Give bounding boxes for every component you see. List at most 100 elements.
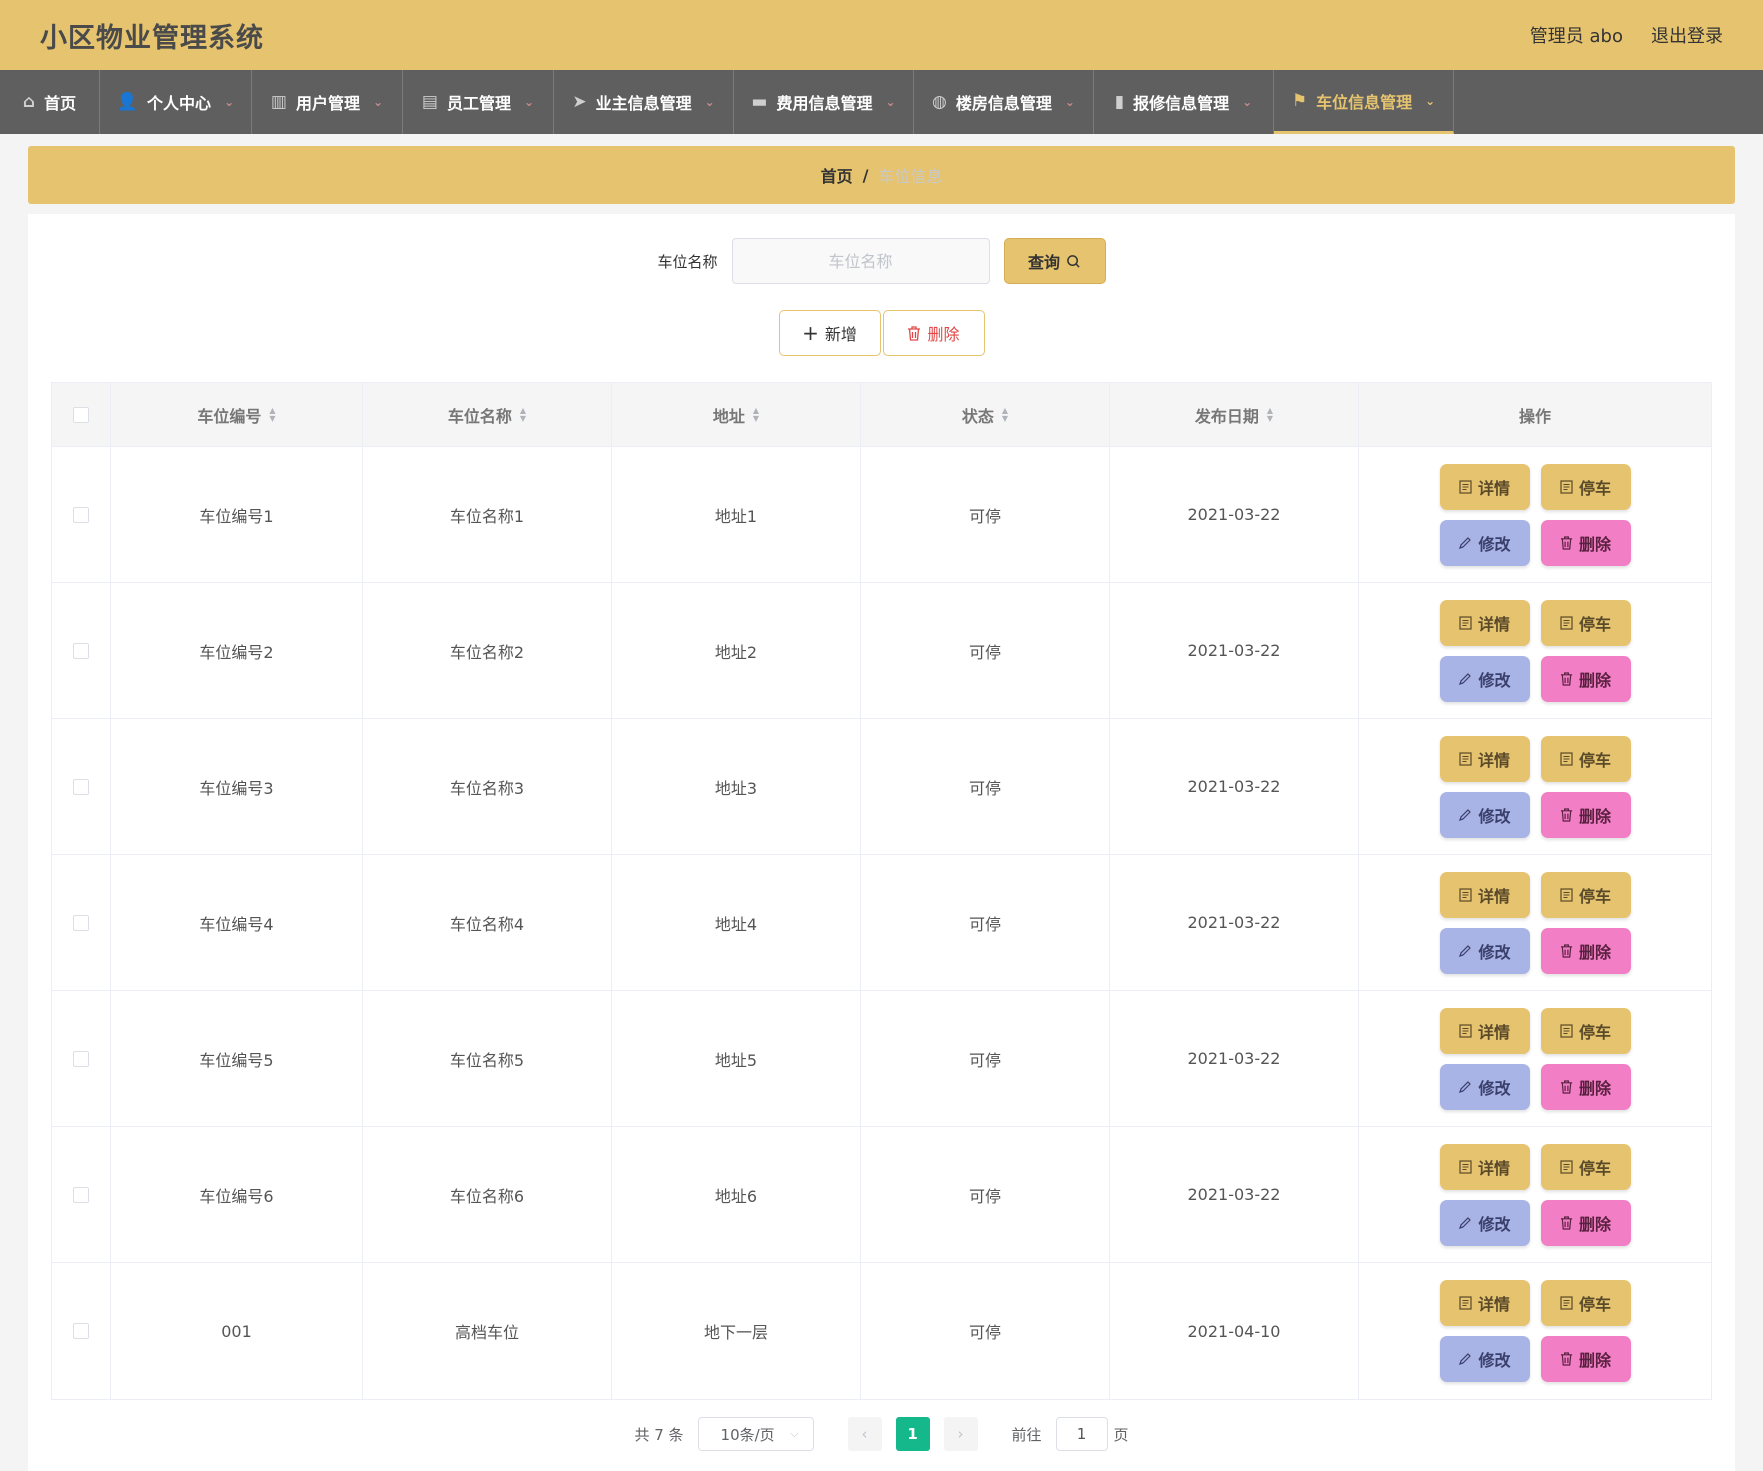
detail-button[interactable]: 详情 bbox=[1439, 599, 1530, 646]
detail-button[interactable]: 详情 bbox=[1439, 1143, 1530, 1190]
edit-button[interactable]: 修改 bbox=[1439, 1336, 1530, 1382]
prev-page-button[interactable]: ‹ bbox=[847, 1417, 882, 1451]
cell-address: 地址2 bbox=[612, 583, 861, 718]
edit-button[interactable]: 修改 bbox=[1439, 791, 1530, 838]
cell-operations: 详情 停车 修改 删除 bbox=[1359, 855, 1711, 990]
cell-operations: 详情 停车 修改 删除 bbox=[1359, 991, 1711, 1126]
nav-item-0[interactable]: ⌂ 首页 bbox=[0, 70, 100, 134]
breadcrumb-home[interactable]: 首页 bbox=[821, 163, 853, 187]
edit-button-label: 修改 bbox=[1478, 534, 1511, 554]
row-checkbox[interactable] bbox=[73, 1186, 89, 1203]
select-all-checkbox[interactable] bbox=[73, 406, 89, 423]
row-actions: 详情 停车修改 删除 bbox=[1390, 1280, 1680, 1382]
cell-status: 可停 bbox=[861, 1127, 1110, 1262]
detail-button[interactable]: 详情 bbox=[1439, 1280, 1530, 1326]
trash-icon bbox=[1560, 671, 1573, 686]
edit-button[interactable]: 修改 bbox=[1439, 1063, 1530, 1110]
detail-button[interactable]: 详情 bbox=[1439, 1007, 1530, 1054]
park-button[interactable]: 停车 bbox=[1540, 599, 1631, 646]
goto-page-input[interactable] bbox=[1055, 1417, 1108, 1451]
nav-item-4[interactable]: ➤ 业主信息管理 ⌄ bbox=[554, 70, 734, 134]
query-button[interactable]: 查询 bbox=[1003, 238, 1106, 284]
detail-button[interactable]: 详情 bbox=[1439, 463, 1530, 510]
nav-item-5[interactable]: ▬ 费用信息管理 ⌄ bbox=[734, 70, 914, 134]
edit-button[interactable]: 修改 bbox=[1439, 519, 1530, 566]
nav-item-1[interactable]: 👤 个人中心 ⌄ bbox=[100, 70, 252, 134]
parking-table: 车位编号 ▲ ▼ 车位名称 ▲ ▼ 地址 ▲ ▼ 状态 ▲ ▼ 发布日期 ▲ ▼ 操作 车位编号1 车位名称1 地… bbox=[51, 382, 1712, 1400]
nav-item-8[interactable]: ⚑ 车位信息管理 ⌄ bbox=[1274, 70, 1454, 134]
add-button[interactable]: + 新增 bbox=[778, 310, 881, 356]
column-header[interactable]: 地址 ▲ ▼ bbox=[612, 383, 861, 446]
row-actions: 详情 停车修改 删除 bbox=[1390, 735, 1680, 838]
table-row: 001 高档车位 地下一层 可停 2021-04-10 详情 停车 修改 删除 bbox=[52, 1263, 1711, 1399]
column-header[interactable]: 车位编号 ▲ ▼ bbox=[111, 383, 363, 446]
cell-status: 可停 bbox=[861, 855, 1110, 990]
nav-item-7[interactable]: ▮ 报修信息管理 ⌄ bbox=[1094, 70, 1274, 134]
page-size-select[interactable]: 10条/页 ⌵ bbox=[697, 1417, 814, 1451]
batch-delete-button[interactable]: 删除 bbox=[882, 310, 985, 356]
admin-label[interactable]: 管理员 abo bbox=[1530, 22, 1623, 48]
table-row: 车位编号4 车位名称4 地址4 可停 2021-03-22 详情 停车 修改 删除 bbox=[52, 855, 1711, 991]
park-button[interactable]: 停车 bbox=[1540, 1007, 1631, 1054]
sort-icon[interactable]: ▲ ▼ bbox=[753, 406, 759, 423]
edit-icon bbox=[1458, 672, 1472, 686]
sort-icon[interactable]: ▲ ▼ bbox=[520, 406, 526, 423]
detail-button-label: 详情 bbox=[1477, 1022, 1510, 1042]
delete-button[interactable]: 删除 bbox=[1540, 791, 1631, 838]
chevron-down-icon: ⌄ bbox=[1425, 93, 1436, 108]
row-checkbox[interactable] bbox=[73, 642, 89, 659]
park-button[interactable]: 停车 bbox=[1540, 1143, 1631, 1190]
park-button[interactable]: 停车 bbox=[1540, 735, 1631, 782]
nav-item-6[interactable]: ◍ 楼房信息管理 ⌄ bbox=[914, 70, 1094, 134]
nav-item-label: 员工管理 bbox=[446, 94, 511, 113]
sort-icon[interactable]: ▲ ▼ bbox=[269, 406, 275, 423]
next-page-button[interactable]: › bbox=[943, 1417, 978, 1451]
trash-icon bbox=[1560, 1215, 1573, 1230]
column-header[interactable]: 车位名称 ▲ ▼ bbox=[363, 383, 612, 446]
park-button[interactable]: 停车 bbox=[1540, 871, 1631, 918]
edit-button[interactable]: 修改 bbox=[1439, 1199, 1530, 1246]
park-button[interactable]: 停车 bbox=[1540, 1280, 1631, 1326]
search-input[interactable] bbox=[731, 238, 990, 284]
row-checkbox[interactable] bbox=[73, 914, 89, 931]
row-checkbox[interactable] bbox=[73, 1050, 89, 1067]
delete-button[interactable]: 删除 bbox=[1540, 1336, 1631, 1382]
edit-button-label: 修改 bbox=[1478, 670, 1511, 690]
park-button-label: 停车 bbox=[1578, 1295, 1611, 1314]
park-button-label: 停车 bbox=[1578, 750, 1611, 770]
detail-button[interactable]: 详情 bbox=[1439, 871, 1530, 918]
column-header-label: 车位编号 bbox=[197, 406, 262, 426]
document-icon bbox=[1459, 751, 1472, 766]
chevron-down-icon: ⌄ bbox=[1064, 95, 1075, 109]
column-header[interactable]: 状态 ▲ ▼ bbox=[861, 383, 1110, 446]
column-header[interactable]: 发布日期 ▲ ▼ bbox=[1110, 383, 1359, 446]
edit-button[interactable]: 修改 bbox=[1439, 655, 1530, 702]
logout-button[interactable]: 退出登录 bbox=[1651, 22, 1723, 48]
park-button[interactable]: 停车 bbox=[1540, 463, 1631, 510]
cell-code: 车位编号6 bbox=[111, 1127, 363, 1262]
delete-button[interactable]: 删除 bbox=[1540, 1063, 1631, 1110]
detail-button-label: 详情 bbox=[1477, 478, 1510, 498]
delete-button[interactable]: 删除 bbox=[1540, 927, 1631, 974]
breadcrumb-current: 车位信息 bbox=[878, 167, 943, 186]
row-checkbox[interactable] bbox=[73, 778, 89, 795]
row-checkbox-cell bbox=[52, 447, 111, 582]
row-checkbox[interactable] bbox=[73, 1323, 89, 1339]
document-icon bbox=[1560, 887, 1573, 902]
delete-button[interactable]: 删除 bbox=[1540, 655, 1631, 702]
detail-button-label: 详情 bbox=[1477, 886, 1510, 906]
document-icon bbox=[1459, 615, 1472, 630]
edit-button[interactable]: 修改 bbox=[1439, 927, 1530, 974]
trash-icon bbox=[908, 325, 921, 341]
detail-button[interactable]: 详情 bbox=[1439, 735, 1530, 782]
nav-item-3[interactable]: ▤ 员工管理 ⌄ bbox=[403, 70, 554, 134]
document-icon bbox=[1560, 1159, 1573, 1174]
sort-icon[interactable]: ▲ ▼ bbox=[1002, 406, 1008, 423]
page-number[interactable]: 1 bbox=[895, 1417, 930, 1451]
row-checkbox[interactable] bbox=[73, 506, 89, 523]
sort-icon[interactable]: ▲ ▼ bbox=[1267, 406, 1273, 423]
delete-button[interactable]: 删除 bbox=[1540, 1199, 1631, 1246]
nav-item-2[interactable]: ▥ 用户管理 ⌄ bbox=[252, 70, 403, 134]
document-icon bbox=[1459, 479, 1472, 494]
delete-button[interactable]: 删除 bbox=[1540, 519, 1631, 566]
